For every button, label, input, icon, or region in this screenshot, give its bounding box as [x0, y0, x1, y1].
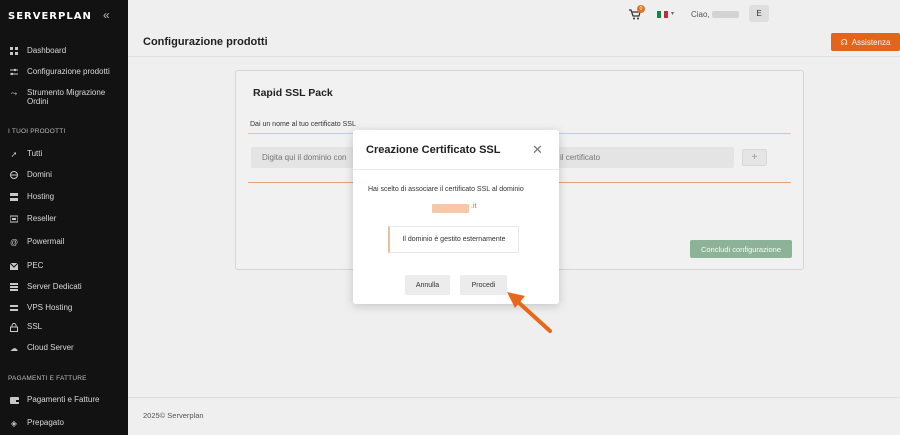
sidebar-item-tutti[interactable]: ➚ Tutti: [8, 149, 126, 159]
procedi-button[interactable]: Procedi: [460, 275, 507, 295]
globe-icon: [8, 170, 20, 180]
sidebar-item-label: Prepagato: [27, 418, 64, 427]
migrate-icon: ⤳: [10, 88, 18, 98]
cloud-icon: ☁: [10, 343, 18, 353]
section-heading-payments: PAGAMENTI E FATTURE: [8, 375, 87, 382]
ssl-creation-modal: Creazione Certificato SSL ✕ Hai scelto d…: [353, 130, 559, 304]
annulla-button[interactable]: Annulla: [405, 275, 450, 295]
external-domain-notice: Il dominio è gestito esternamente: [388, 226, 519, 253]
modal-message: Hai scelto di associare il certificato S…: [368, 186, 524, 193]
section-heading-products: I TUOI PRODOTTI: [8, 128, 66, 135]
sidebar-item-powermail[interactable]: @ Powermail: [8, 237, 126, 247]
sidebar: SERVERPLAN « Dashboard Configurazione pr…: [0, 0, 128, 435]
sidebar-item-label: Tutti: [27, 149, 43, 158]
domain-tld: .it: [471, 203, 477, 210]
sidebar-item-label: Powermail: [27, 237, 65, 246]
mail-icon: [8, 261, 20, 271]
pointer-arrow-icon: [507, 292, 552, 333]
sidebar-item-label: Server Dedicati: [27, 282, 82, 291]
wallet-icon: [8, 395, 20, 405]
sidebar-item-ssl[interactable]: SSL: [8, 322, 126, 332]
sliders-icon: [8, 67, 20, 77]
lock-icon: [8, 322, 20, 332]
reseller-icon: [8, 214, 20, 224]
sidebar-item-label: Dashboard: [27, 46, 67, 55]
sidebar-item-label: Hosting: [27, 192, 55, 201]
sidebar-item-label: VPS Hosting: [27, 303, 73, 312]
sidebar-item-label: Configurazione prodotti: [27, 67, 110, 76]
sidebar-item-migrazione[interactable]: ⤳ Strumento Migrazione Ordini: [8, 88, 126, 106]
sidebar-item-label: PEC: [27, 261, 44, 270]
sidebar-item-configurazione[interactable]: Configurazione prodotti: [8, 67, 126, 77]
sidebar-item-cloud[interactable]: ☁ Cloud Server: [8, 343, 126, 353]
dedicated-icon: [8, 282, 20, 292]
serverplan-logo[interactable]: SERVERPLAN: [8, 9, 92, 23]
sidebar-item-vps[interactable]: VPS Hosting: [8, 303, 126, 313]
sidebar-item-pagamenti[interactable]: Pagamenti e Fatture: [8, 395, 126, 405]
sidebar-item-label: Pagamenti e Fatture: [27, 395, 100, 404]
at-icon: @: [9, 237, 19, 247]
close-icon[interactable]: ✕: [532, 142, 543, 158]
double-chevron-left-icon[interactable]: «: [103, 8, 110, 22]
grid-icon: [8, 46, 20, 56]
sidebar-item-prepagato[interactable]: ◈ Prepagato: [8, 418, 126, 428]
logo-part-plan: PLAN: [58, 10, 92, 22]
sidebar-item-pec[interactable]: PEC: [8, 261, 126, 271]
logo-part-server: SERVER: [8, 10, 59, 22]
sidebar-item-reseller[interactable]: Reseller: [8, 214, 126, 224]
sidebar-item-dashboard[interactable]: Dashboard: [8, 46, 126, 56]
tag-icon: ◈: [10, 418, 18, 428]
sidebar-item-label: Domini: [27, 170, 52, 179]
sidebar-item-label: Reseller: [27, 214, 57, 223]
sidebar-item-label: Cloud Server: [27, 343, 74, 352]
sidebar-item-label: Strumento Migrazione Ordini: [27, 88, 106, 106]
vps-icon: [8, 303, 20, 313]
rocket-icon: ➚: [10, 149, 18, 159]
modal-title: Creazione Certificato SSL: [366, 144, 501, 156]
domain-name-redacted: [432, 204, 469, 213]
sidebar-item-hosting[interactable]: Hosting: [8, 192, 126, 202]
sidebar-item-domini[interactable]: Domini: [8, 170, 126, 180]
sidebar-item-server-dedicati[interactable]: Server Dedicati: [8, 282, 126, 292]
server-icon: [8, 192, 20, 202]
modal-divider: [353, 169, 559, 170]
sidebar-item-label: SSL: [27, 322, 43, 331]
